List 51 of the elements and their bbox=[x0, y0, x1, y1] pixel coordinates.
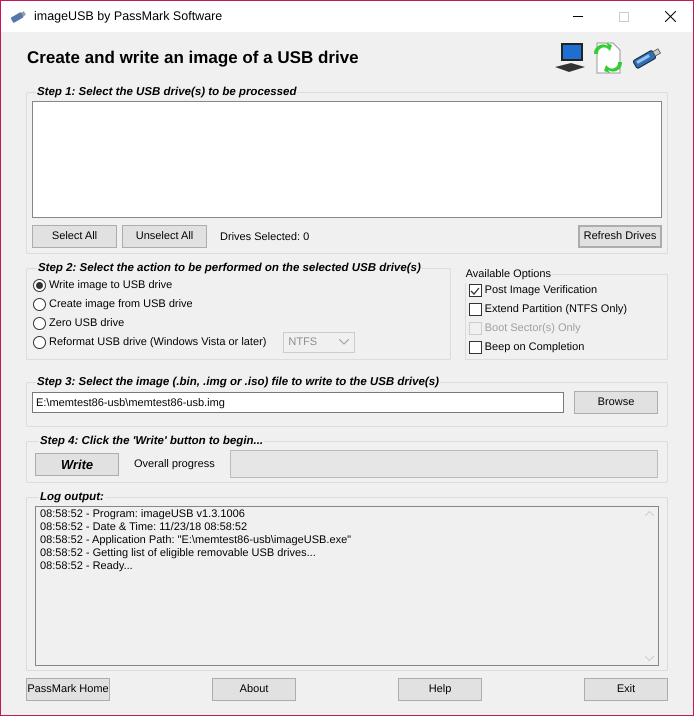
checkbox[interactable] bbox=[468, 303, 482, 316]
group-title: Step 1: Select the USB drive(s) to be processed bbox=[36, 85, 298, 100]
usb-drive-icon bbox=[9, 10, 27, 24]
chevron-down-icon bbox=[339, 339, 350, 346]
footer-button[interactable]: About bbox=[212, 678, 296, 701]
group-title: Step 3: Select the image (.bin, .img or .iso) file to write to the USB drive(s) bbox=[36, 375, 440, 390]
checkbox-label: Beep on Completion bbox=[484, 340, 584, 356]
group-title: Step 4: Click the 'Write' button to begin... bbox=[39, 434, 264, 449]
progress-label: Overall progress bbox=[134, 457, 215, 472]
footer-button[interactable]: Exit bbox=[584, 678, 668, 701]
radio-button[interactable] bbox=[33, 336, 46, 349]
select-all-button[interactable]: Select All bbox=[32, 225, 117, 248]
window-title: imageUSB by PassMark Software bbox=[34, 8, 222, 26]
group-title: Available Options bbox=[464, 267, 552, 282]
radio-button[interactable] bbox=[33, 316, 46, 330]
radio-label: Create image from USB drive bbox=[49, 297, 193, 312]
radio-button[interactable] bbox=[33, 298, 46, 311]
computer-icon bbox=[553, 41, 587, 75]
checkbox-label: Boot Sector(s) Only bbox=[484, 321, 581, 336]
radio-button[interactable] bbox=[33, 278, 46, 292]
chevron-up-icon bbox=[645, 511, 654, 516]
checkbox-label: Extend Partition (NTFS Only) bbox=[484, 302, 628, 318]
log-line: 08:58:52 - Application Path: "E:\memtest86-usb\imageUSB.exe" bbox=[40, 534, 352, 548]
minimize-icon bbox=[573, 16, 583, 17]
close-icon bbox=[664, 11, 676, 22]
log-line: 08:58:52 - Getting list of eligible removable USB drives... bbox=[40, 547, 317, 560]
browse-button[interactable]: Browse bbox=[574, 391, 658, 414]
radio-label: Write image to USB drive bbox=[49, 278, 172, 293]
image-path-field[interactable]: E:\memtest86-usb\memtest86-usb.img bbox=[32, 392, 564, 414]
footer-button[interactable]: PassMark Home bbox=[26, 678, 110, 701]
group-title: Log output: bbox=[39, 490, 105, 505]
checkbox-label: Post Image Verification bbox=[484, 283, 598, 298]
drives-selected-label: Drives Selected: 0 bbox=[220, 230, 310, 244]
log-line: 08:58:52 - Program: imageUSB v1.3.1006 bbox=[40, 508, 246, 522]
refresh-drives-button[interactable]: Refresh Drives bbox=[578, 225, 662, 248]
maximize-icon bbox=[619, 12, 629, 22]
drive-list[interactable] bbox=[32, 101, 662, 218]
document-sync-icon bbox=[591, 40, 625, 76]
group-title: Step 2: Select the action to be performed on the selected USB drive(s) bbox=[37, 261, 422, 276]
log-line: 08:58:52 - Ready... bbox=[40, 560, 134, 574]
radio-label: Zero USB drive bbox=[49, 316, 124, 331]
log-line: 08:58:52 - Date & Time: 11/23/18 08:58:52 bbox=[40, 521, 248, 534]
write-button[interactable]: Write bbox=[35, 452, 119, 476]
radio-label: Reformat USB drive (Windows Vista or later) bbox=[49, 335, 266, 350]
page-heading: Create and write an image of a USB drive bbox=[27, 47, 359, 70]
checkbox[interactable] bbox=[468, 341, 482, 354]
footer-button[interactable]: Help bbox=[398, 678, 482, 701]
dropdown-value: NTFS bbox=[288, 335, 318, 350]
checkbox[interactable] bbox=[468, 284, 482, 297]
chevron-down-icon bbox=[645, 656, 654, 662]
unselect-all-button[interactable]: Unselect All bbox=[122, 225, 207, 248]
